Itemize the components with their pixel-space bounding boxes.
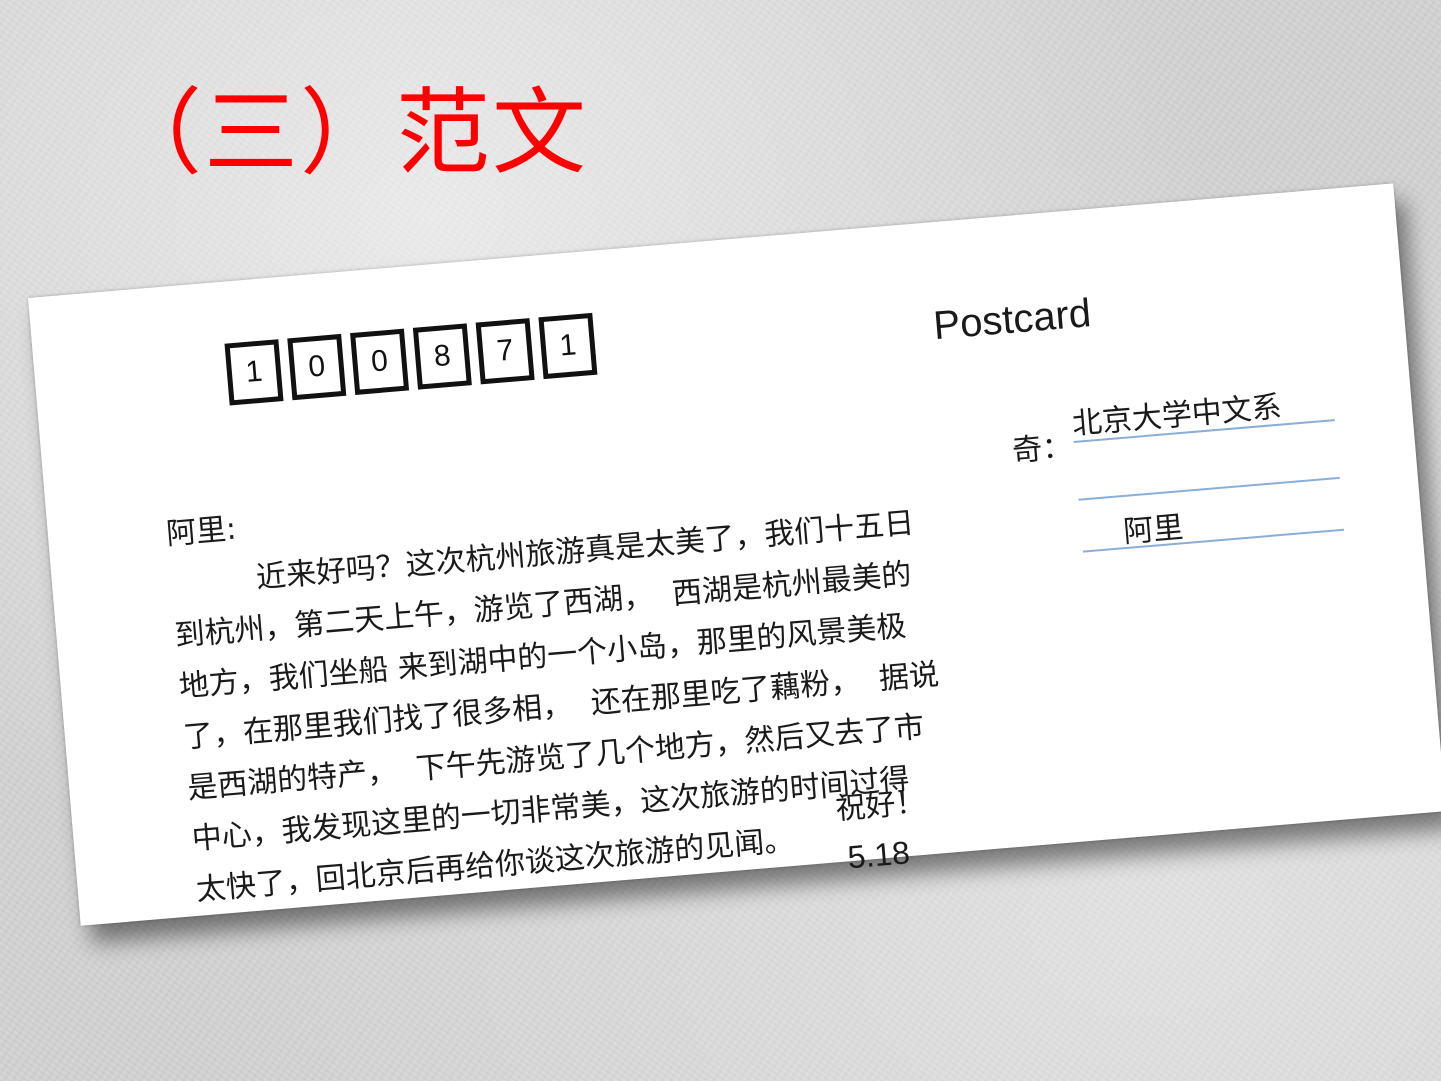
zip-digit-box: 7 <box>475 318 535 385</box>
letter-body: 阿里: 近来好吗？这次杭州旅游真是太美了，我们十五日 到杭州，第二天上午，游览了… <box>164 436 1075 916</box>
zip-digit-box: 0 <box>287 333 347 401</box>
zip-digit-box: 1 <box>224 339 284 406</box>
sender-label: 奇： <box>1010 429 1074 470</box>
letter-closing: 祝好！ <box>834 784 927 828</box>
address-line <box>1074 435 1340 501</box>
zip-digit-box: 1 <box>538 312 598 380</box>
zip-digit-box: 8 <box>412 323 472 390</box>
address-line: 北京大学中文系 <box>1070 377 1335 443</box>
slide-title: （三）范文 <box>108 79 589 188</box>
letter-date: 5.18 <box>846 834 912 876</box>
zip-digit-box: 0 <box>350 328 410 395</box>
postcard: 1 0 0 8 7 1 Postcard 阿里: 近来好吗？这次杭州旅游真是太美… <box>28 183 1441 926</box>
postcard-label: Postcard <box>931 291 1093 349</box>
address-line: 阿里 <box>1079 488 1345 553</box>
zip-code-boxes: 1 0 0 8 7 1 <box>224 312 598 406</box>
